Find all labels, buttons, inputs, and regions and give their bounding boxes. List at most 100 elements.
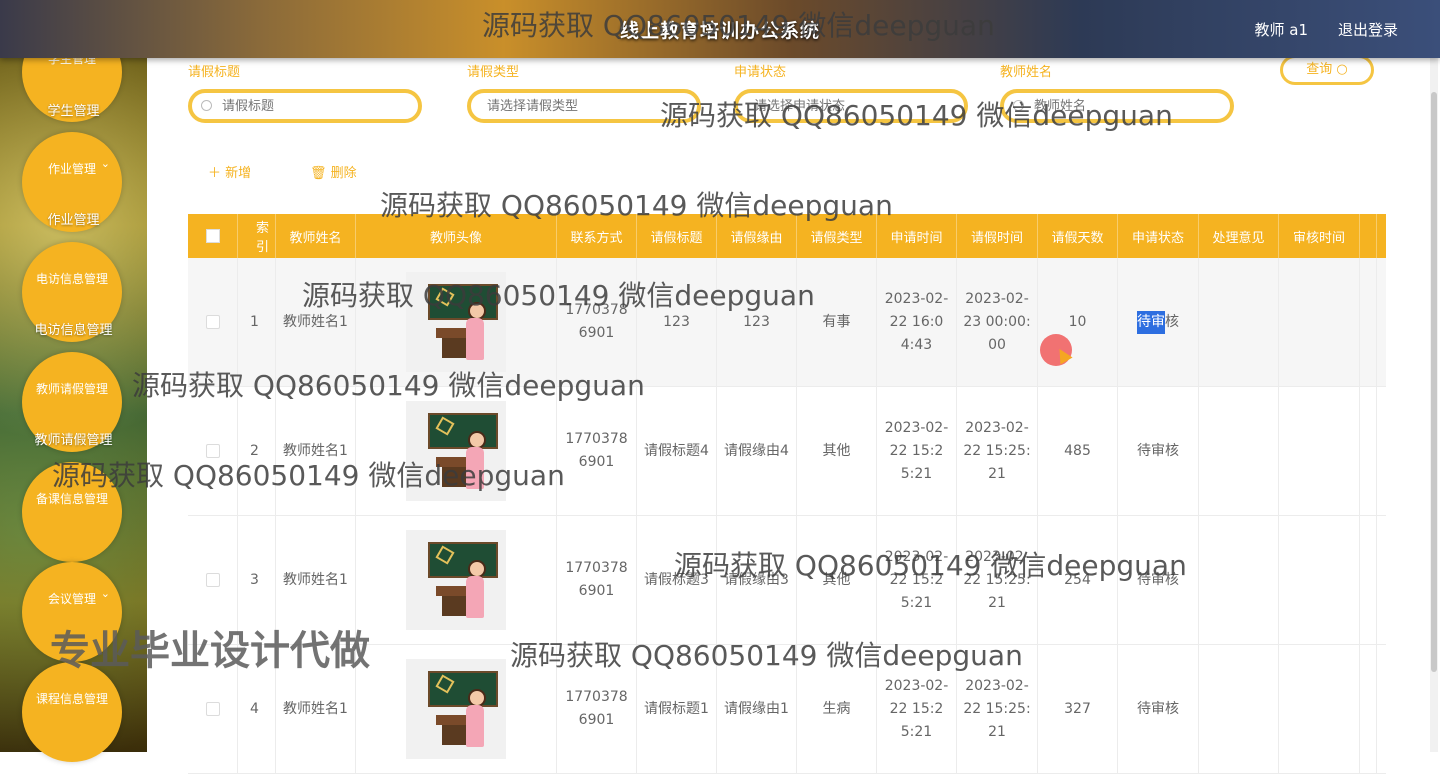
sidebar: 学生管理 ⌄ 学生管理 作业管理 ⌄ 作业管理 电访信息管理 电访信息管理 教师… (0, 0, 147, 762)
avatar-cell (356, 645, 557, 773)
nav-group-lesson-prep[interactable]: 备课信息管理 (22, 462, 122, 562)
table-header: 索引 教师姓名 教师头像 联系方式 请假标题 请假缘由 请假类型 申请时间 请假… (188, 214, 1386, 258)
leave-type-input[interactable] (471, 93, 697, 119)
search-icon (201, 100, 212, 111)
phone-cell: 17703786901 (557, 258, 637, 386)
chalkboard-shape (428, 413, 498, 449)
teacher-body-shape (466, 447, 484, 489)
add-button[interactable]: ＋ 新增 (208, 162, 251, 181)
nav-group-label: 电访信息管理 (35, 272, 108, 286)
audit-time-cell (1279, 516, 1360, 644)
table-body: 1 教师姓名1 17703786901 123 123 有事 2023-02-22 16:0… (188, 258, 1386, 774)
leave-time-cell: 2023-02-22 15:25:21 (957, 387, 1038, 515)
leave-title-cell: 请假标题3 (637, 516, 717, 644)
header-cell: 请假类型 (797, 214, 877, 258)
teacher-name-input[interactable] (1004, 93, 1230, 119)
row-check-cell[interactable] (188, 387, 238, 515)
table-row[interactable]: 2 教师姓名1 17703786901 请假标题4 请假缘由4 其他 2023-02-22 … (188, 387, 1386, 516)
header-cell: 请假天数 (1038, 214, 1118, 258)
header-cell: 教师头像 (356, 214, 557, 258)
teacher-body-shape (466, 705, 484, 747)
phone-cell: 17703786901 (557, 516, 637, 644)
query-button[interactable]: 查询 ○ (1280, 55, 1374, 85)
audit-time-cell (1279, 387, 1360, 515)
chevron-down-icon: ⌄ (100, 157, 110, 170)
chalkboard-shape (428, 542, 498, 578)
apply-status-select[interactable] (734, 89, 968, 123)
table-row[interactable]: 3 教师姓名1 17703786901 请假标题3 请假缘由3 其他 2023-02-22 … (188, 516, 1386, 645)
select-all-cell[interactable] (188, 214, 238, 258)
audit-time-cell (1279, 258, 1360, 386)
index-cell: 4 (238, 645, 276, 773)
apply-time-cell: 2023-02-22 16:04:43 (877, 258, 957, 386)
leave-title-cell: 请假标题4 (637, 387, 717, 515)
teacher-name-cell: 教师姓名1 (276, 645, 356, 773)
nav-group-meeting[interactable]: 会议管理 ⌄ (22, 562, 122, 662)
index-cell: 2 (238, 387, 276, 515)
teacher-body-shape (466, 576, 484, 618)
table-row[interactable]: 1 教师姓名1 17703786901 123 123 有事 2023-02-22 16:0… (188, 258, 1386, 387)
row-spacer (1360, 387, 1377, 515)
teacher-name-cell: 教师姓名1 (276, 258, 356, 386)
chalkboard-shape (428, 671, 498, 707)
nav-item-teacher-leave[interactable]: 教师请假管理 (0, 429, 147, 448)
leave-title-field[interactable] (188, 89, 422, 123)
row-checkbox[interactable] (205, 444, 220, 458)
leave-time-cell: 2023-02-22 15:25:21 (957, 516, 1038, 644)
table-row[interactable]: 4 教师姓名1 17703786901 请假标题1 请假缘由1 生病 2023-02-22 … (188, 645, 1386, 774)
opinion-cell (1199, 645, 1279, 773)
delete-button[interactable]: 🗑 删除 (310, 162, 357, 181)
apply-status-cell: 待审核 (1118, 645, 1199, 773)
search-icon: ○ (1336, 62, 1348, 77)
nav-group-label: 课程信息管理 (35, 692, 108, 706)
nav-item-student[interactable]: 学生管理 (0, 100, 147, 119)
row-check-cell[interactable] (188, 516, 238, 644)
header-cell: 处理意见 (1199, 214, 1279, 258)
header-cell: 审核时间 (1279, 214, 1360, 258)
scrollbar-thumb[interactable] (1431, 92, 1437, 672)
index-cell: 3 (238, 516, 276, 644)
teacher-avatar[interactable] (406, 659, 506, 759)
leave-table: 索引 教师姓名 教师头像 联系方式 请假标题 请假缘由 请假类型 申请时间 请假… (188, 214, 1386, 774)
nav-group-label: 教师请假管理 (35, 382, 108, 396)
nav-group-course[interactable]: 课程信息管理 (22, 662, 122, 762)
leave-title-cell: 123 (637, 258, 717, 386)
nav-item-phone-visit[interactable]: 电访信息管理 (0, 319, 147, 338)
header-cell: 教师姓名 (276, 214, 356, 258)
apply-time-cell: 2023-02-22 15:25:21 (877, 387, 957, 515)
select-all-checkbox[interactable] (205, 229, 220, 243)
nav-item-homework[interactable]: 作业管理 (0, 209, 147, 228)
leave-days-cell: 10 (1038, 258, 1118, 386)
apply-status-input[interactable] (738, 93, 964, 119)
app-title: 线上教育培训办公系统 (619, 20, 820, 42)
header-cell: 请假时间 (957, 214, 1038, 258)
teacher-name-field[interactable] (1000, 89, 1234, 123)
nav-group-label: 备课信息管理 (35, 492, 108, 506)
row-checkbox[interactable] (205, 573, 220, 587)
row-spacer (1360, 258, 1377, 386)
chevron-down-icon: ⌄ (100, 587, 110, 600)
row-check-cell[interactable] (188, 258, 238, 386)
teacher-avatar[interactable] (406, 401, 506, 501)
leave-type-cell: 其他 (797, 387, 877, 515)
status-text: 待审核 (1137, 700, 1179, 717)
teacher-avatar[interactable] (406, 530, 506, 630)
leave-reason-cell: 请假缘由4 (717, 387, 797, 515)
index-cell: 1 (238, 258, 276, 386)
row-check-cell[interactable] (188, 645, 238, 773)
row-checkbox[interactable] (205, 315, 220, 329)
apply-time-cell: 2023-02-22 15:25:21 (877, 645, 957, 773)
leave-type-select[interactable] (467, 89, 701, 123)
leave-type-cell: 有事 (797, 258, 877, 386)
leave-title-input[interactable] (192, 93, 418, 119)
leave-type-cell: 生病 (797, 645, 877, 773)
logout-link[interactable]: 退出登录 (1338, 19, 1398, 40)
teacher-avatar[interactable] (406, 272, 506, 372)
current-user: 教师 a1 (1254, 21, 1308, 39)
header-cell-spacer (1360, 214, 1377, 258)
search-icon (1013, 100, 1024, 111)
apply-status-cell: 待审核 (1118, 258, 1199, 386)
row-checkbox[interactable] (205, 702, 220, 716)
status-selected-text: 待审 (1137, 310, 1165, 334)
audit-time-cell (1279, 645, 1360, 773)
